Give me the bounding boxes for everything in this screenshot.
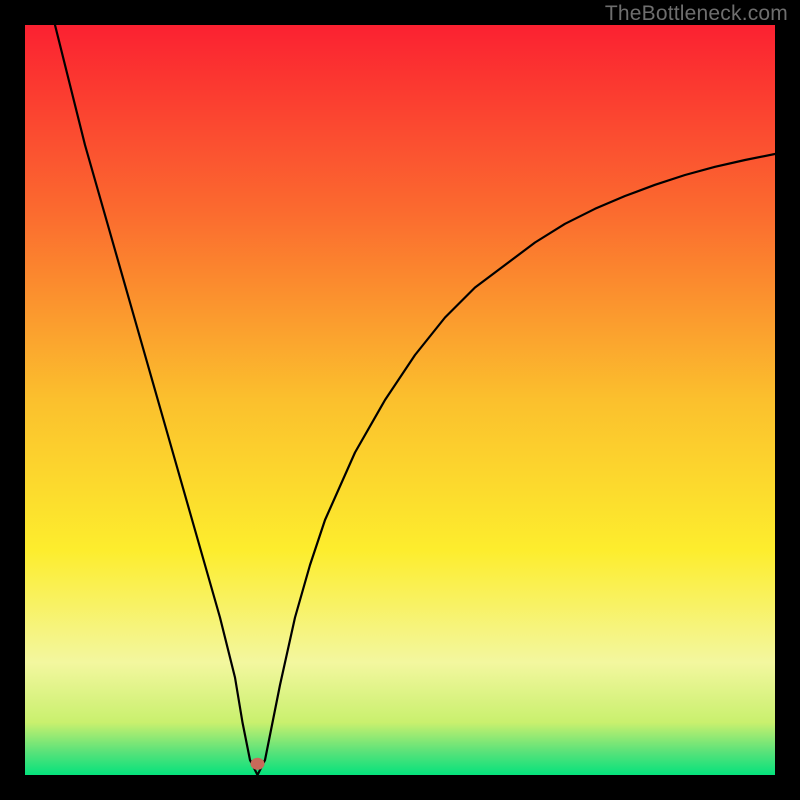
watermark-text: TheBottleneck.com <box>605 2 788 26</box>
bottleneck-curve <box>55 25 775 775</box>
minimum-marker <box>251 758 265 770</box>
chart-frame: TheBottleneck.com <box>0 0 800 800</box>
curve-layer <box>25 25 775 775</box>
plot-area <box>25 25 775 775</box>
